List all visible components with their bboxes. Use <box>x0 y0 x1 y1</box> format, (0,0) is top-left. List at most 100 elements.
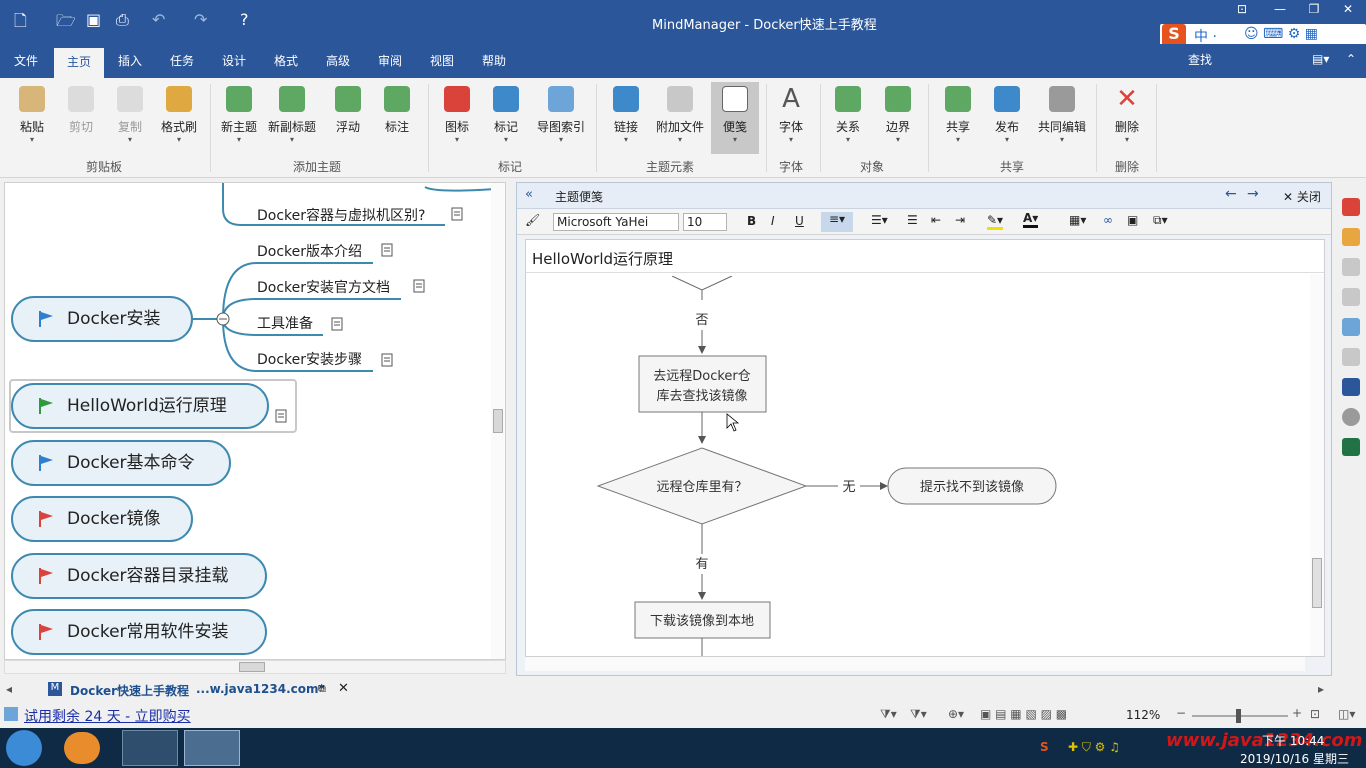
bold-icon[interactable]: B <box>747 214 756 228</box>
italic-icon[interactable]: I <box>771 214 775 228</box>
resources-pane-icon[interactable] <box>1342 258 1360 276</box>
share-button[interactable]: 共享 ▾ <box>934 86 982 144</box>
search-icon[interactable] <box>1342 348 1360 366</box>
topic-helloworld[interactable]: HelloWorld运行原理 <box>11 383 269 429</box>
save-icon[interactable]: ▣ <box>86 10 101 29</box>
ime-toolbar[interactable]: S 中 · ☺ ⌨ ⚙ ▦ <box>1160 24 1366 46</box>
outdent-icon[interactable]: ⇤ <box>931 213 941 227</box>
menu-insert[interactable]: 插入 <box>118 52 142 69</box>
menu-review[interactable]: 审阅 <box>378 52 402 69</box>
undo-icon[interactable]: ↶ <box>152 10 165 29</box>
note-icon[interactable] <box>381 353 395 367</box>
start-button[interactable] <box>6 730 42 766</box>
split-view-icon[interactable]: ◫▾ <box>1338 707 1355 721</box>
open-file-icon[interactable]: 🗁 <box>56 10 76 37</box>
map-h-scroll[interactable] <box>4 660 506 674</box>
mindmanager-taskbar-icon[interactable] <box>184 730 240 766</box>
search-input[interactable]: 查找 <box>1180 50 1306 70</box>
focus-icon[interactable]: ⊕▾ <box>948 707 964 721</box>
doc-tab-name[interactable]: Docker快速上手教程 <box>70 682 189 699</box>
notes-editor[interactable]: HelloWorld运行原理 否 去远程Docker仓 库去查找该镜像 远程仓库… <box>525 239 1325 657</box>
map-index-button[interactable]: 导图索引 ▾ <box>537 86 585 144</box>
paste-button[interactable]: 粘贴 ▾ <box>8 86 56 144</box>
boundary-button[interactable]: 边界 ▾ <box>874 86 922 144</box>
icons-pane-icon[interactable] <box>1342 198 1360 216</box>
tab-restore-icon[interactable]: ⧉ <box>318 682 326 696</box>
menu-file[interactable]: 文件 <box>14 52 38 69</box>
library-icon[interactable] <box>1342 318 1360 336</box>
arrow-left-icon[interactable]: ← <box>1225 186 1237 202</box>
menu-design[interactable]: 设计 <box>222 52 246 69</box>
tray-icons[interactable]: ✚ ⛉ ⚙ ♫ <box>1068 740 1120 755</box>
menu-advanced[interactable]: 高级 <box>326 52 350 69</box>
tags-button[interactable]: 标记 ▾ <box>482 86 530 144</box>
zoom-in-icon[interactable]: + <box>1292 706 1302 720</box>
callout-button[interactable]: 标注 <box>373 86 421 135</box>
collapse-pane-icon[interactable]: « <box>525 187 533 202</box>
note-icon[interactable] <box>451 207 465 221</box>
floating-topic-button[interactable]: 浮动 <box>324 86 372 135</box>
new-topic-button[interactable]: 新主题 ▾ <box>215 86 263 144</box>
subtopic-install-steps[interactable]: Docker安装步骤 <box>257 349 362 369</box>
sogou-tray-icon[interactable]: S <box>1040 740 1049 754</box>
new-subtopic-button[interactable]: 新副标题 ▾ <box>268 86 316 144</box>
menu-home[interactable]: 主页 <box>54 48 104 78</box>
explorer-icon[interactable] <box>122 730 178 766</box>
topic-docker-image[interactable]: Docker镜像 <box>11 496 193 542</box>
clock-time[interactable]: 下午 10:44 <box>1262 732 1324 749</box>
print-icon[interactable]: ⎙ <box>116 10 129 30</box>
filter-options-icon[interactable]: ⧩▾ <box>910 707 927 722</box>
numbered-list-icon[interactable]: ☰▾ <box>871 213 888 227</box>
scrollbar-thumb[interactable] <box>1312 558 1322 608</box>
note-icon[interactable] <box>331 317 345 331</box>
scroll-left-icon[interactable]: ◂ <box>6 682 12 696</box>
subtopic-official-docs[interactable]: Docker安装官方文档 <box>257 277 390 297</box>
relationship-button[interactable]: 关系 ▾ <box>824 86 872 144</box>
close-window-button[interactable]: ✕ <box>1334 2 1362 20</box>
topic-basic-commands[interactable]: Docker基本命令 <box>11 440 231 486</box>
ribbon-display-icon[interactable]: ⊡ <box>1228 2 1256 20</box>
highlight-icon[interactable]: ✎▾ <box>987 213 1004 230</box>
table-icon[interactable]: ▦▾ <box>1069 213 1086 227</box>
font-button[interactable]: A 字体 ▾ <box>767 86 815 144</box>
attach-file-button[interactable]: 附加文件 ▾ <box>656 86 704 144</box>
hyperlink-icon[interactable]: ∞ <box>1103 213 1113 227</box>
redo-icon[interactable]: ↷ <box>194 10 207 29</box>
publish-button[interactable]: 发布 ▾ <box>983 86 1031 144</box>
close-tab-icon[interactable]: ✕ <box>338 681 349 696</box>
topic-common-software[interactable]: Docker常用软件安装 <box>11 609 267 655</box>
ime-tools-icon[interactable]: ☺ ⌨ ⚙ ▦ <box>1244 26 1318 42</box>
bullet-list-icon[interactable]: ☰ <box>907 213 918 227</box>
overview-icon[interactable] <box>1342 378 1360 396</box>
subtopic-tools[interactable]: 工具准备 <box>257 313 313 333</box>
font-size-select[interactable]: 10 <box>683 213 727 231</box>
note-icon[interactable] <box>275 409 289 423</box>
user-icon[interactable]: ▤▾ <box>1312 52 1329 66</box>
clock-date[interactable]: 2019/10/16 星期三 <box>1240 750 1349 767</box>
notes-v-scrollbar[interactable] <box>1310 274 1324 656</box>
scroll-right-icon[interactable]: ▸ <box>1318 682 1324 696</box>
zoom-out-icon[interactable]: − <box>1176 706 1186 720</box>
sogou-icon[interactable]: S <box>1162 24 1186 46</box>
vertical-scrollbar[interactable] <box>491 183 505 659</box>
clear-format-icon[interactable]: 🖌 <box>525 213 540 227</box>
filter-icon[interactable]: ⧩▾ <box>880 707 897 722</box>
minimize-button[interactable]: — <box>1266 2 1294 20</box>
zoom-level[interactable]: 112% <box>1126 708 1160 722</box>
trial-buy-link[interactable]: 试用剩余 24 天 - 立即购买 <box>24 706 191 726</box>
font-color-icon[interactable]: A▾ <box>1023 211 1039 228</box>
zoom-slider-thumb[interactable] <box>1236 709 1241 723</box>
fit-map-icon[interactable]: ⊡ <box>1310 707 1320 721</box>
image-icon[interactable]: ▣ <box>1127 213 1138 227</box>
notes-button[interactable]: 便笺 ▾ <box>711 82 759 154</box>
close-notes-button[interactable]: ✕ 关闭 <box>1283 188 1321 205</box>
notes-h-scrollbar[interactable] <box>525 657 1305 671</box>
menu-task[interactable]: 任务 <box>170 52 194 69</box>
delete-button[interactable]: ✕ 删除 ▾ <box>1103 86 1151 144</box>
topic-volume-mount[interactable]: Docker容器目录挂载 <box>11 553 267 599</box>
menu-view[interactable]: 视图 <box>430 52 454 69</box>
font-name-select[interactable]: Microsoft YaHei <box>553 213 679 231</box>
collapse-ribbon-icon[interactable]: ⌃ <box>1346 52 1356 66</box>
icons-button[interactable]: 图标 ▾ <box>433 86 481 144</box>
maximize-button[interactable]: ❐ <box>1300 2 1328 20</box>
